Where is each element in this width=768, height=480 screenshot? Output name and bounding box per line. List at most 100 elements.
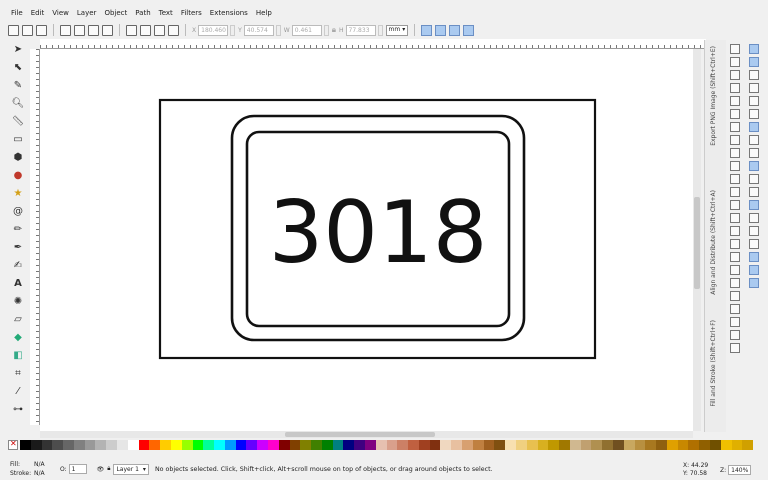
- palette-swatch[interactable]: [257, 440, 268, 450]
- x-spinner[interactable]: [230, 24, 236, 36]
- palette-swatch[interactable]: [343, 440, 355, 450]
- palette-swatch[interactable]: [537, 440, 549, 450]
- palette-swatch[interactable]: [224, 440, 236, 450]
- palette-swatch[interactable]: [526, 440, 538, 450]
- palette-swatch[interactable]: [20, 440, 31, 450]
- ellipse-icon[interactable]: ●: [11, 168, 25, 182]
- snap-guide-icon[interactable]: [749, 278, 759, 288]
- palette-swatch[interactable]: [580, 440, 592, 450]
- snap-others-icon[interactable]: [749, 200, 759, 210]
- palette-swatch[interactable]: [710, 440, 721, 450]
- menu-file[interactable]: File: [11, 9, 23, 17]
- palette-swatch[interactable]: [365, 440, 376, 450]
- palette-swatch[interactable]: [95, 440, 107, 450]
- palette-swatch[interactable]: [731, 440, 743, 450]
- mesh-icon[interactable]: ⌗: [11, 366, 25, 380]
- bucket-icon[interactable]: ◆: [11, 330, 25, 344]
- menu-extensions[interactable]: Extensions: [210, 9, 248, 17]
- duplicate-icon[interactable]: [730, 226, 740, 236]
- palette-swatch[interactable]: [591, 440, 603, 450]
- palette-swatch[interactable]: [483, 440, 495, 450]
- horizontal-scrollbar[interactable]: [40, 431, 693, 438]
- vertical-scrollbar[interactable]: [693, 49, 701, 431]
- w-spinner[interactable]: [323, 24, 329, 36]
- zoom-selection-icon[interactable]: [730, 187, 740, 197]
- palette-swatch[interactable]: [289, 440, 301, 450]
- opacity-input[interactable]: 1: [68, 464, 87, 474]
- import-icon[interactable]: [730, 96, 740, 106]
- spray-icon[interactable]: ✺: [11, 294, 25, 308]
- gradient-icon[interactable]: ◧: [11, 348, 25, 362]
- select-all-layers-icon[interactable]: [22, 24, 33, 36]
- palette-swatch[interactable]: [73, 440, 85, 450]
- menu-text[interactable]: Text: [159, 9, 173, 17]
- lock-icon[interactable]: 🔒︎: [332, 25, 336, 35]
- palette-swatch[interactable]: [106, 440, 118, 450]
- export-png-tab[interactable]: Export PNG Image (Shift+Ctrl+E): [710, 46, 717, 146]
- palette-swatch[interactable]: [397, 440, 409, 450]
- palette-swatch[interactable]: [300, 440, 312, 450]
- measure-icon[interactable]: 📏︎: [11, 114, 25, 128]
- vertical-ruler[interactable]: [30, 49, 40, 425]
- print-icon[interactable]: [730, 83, 740, 93]
- no-color-swatch[interactable]: [8, 439, 18, 450]
- palette-swatch[interactable]: [170, 440, 182, 450]
- scale-corners-toggle[interactable]: [435, 24, 447, 36]
- snap-bbox-midpoint-icon[interactable]: [749, 96, 759, 106]
- y-input[interactable]: 40.574: [243, 24, 274, 36]
- menu-path[interactable]: Path: [135, 9, 150, 17]
- snap-intersection-icon[interactable]: [749, 148, 759, 158]
- scale-stroke-toggle[interactable]: [421, 24, 433, 36]
- group-icon[interactable]: [730, 265, 740, 275]
- snap-enable-icon[interactable]: [749, 44, 759, 54]
- palette-swatch[interactable]: [569, 440, 581, 450]
- paste-icon[interactable]: [730, 174, 740, 184]
- palette-swatch[interactable]: [677, 440, 689, 450]
- palette-swatch[interactable]: [41, 440, 53, 450]
- palette-swatch[interactable]: [321, 440, 333, 450]
- select-all-icon[interactable]: [8, 24, 19, 36]
- menu-view[interactable]: View: [52, 9, 69, 17]
- horizontal-ruler[interactable]: [40, 39, 706, 49]
- snap-grid-icon[interactable]: [749, 265, 759, 275]
- menu-help[interactable]: Help: [256, 9, 272, 17]
- preferences-icon[interactable]: [730, 343, 740, 353]
- palette-swatch[interactable]: [30, 440, 42, 450]
- palette-swatch[interactable]: [149, 440, 161, 450]
- palette-swatch[interactable]: [472, 440, 484, 450]
- lower-to-bottom-icon[interactable]: [168, 24, 179, 36]
- raise-icon[interactable]: [140, 24, 151, 36]
- raise-to-top-icon[interactable]: [126, 24, 137, 36]
- h-spinner[interactable]: [377, 24, 383, 36]
- palette-swatch[interactable]: [720, 440, 732, 450]
- snap-rotation-icon[interactable]: [749, 226, 759, 236]
- open-icon[interactable]: [730, 57, 740, 67]
- zoom-input[interactable]: 140%: [728, 465, 752, 475]
- zoom-drawing-icon[interactable]: [730, 200, 740, 210]
- snap-nodes-icon[interactable]: [749, 122, 759, 132]
- eye-icon[interactable]: 👁︎: [97, 466, 105, 473]
- palette-swatch[interactable]: [354, 440, 365, 450]
- palette-swatch[interactable]: [494, 440, 506, 450]
- fill-stroke-icon[interactable]: [730, 291, 740, 301]
- w-input[interactable]: 0.461: [291, 24, 322, 36]
- palette-swatch[interactable]: [160, 440, 171, 450]
- move-patterns-toggle[interactable]: [463, 24, 475, 36]
- unlink-clone-icon[interactable]: [730, 252, 740, 262]
- menu-edit[interactable]: Edit: [31, 9, 45, 17]
- flip-vertical-icon[interactable]: [102, 24, 113, 36]
- palette-swatch[interactable]: [602, 440, 613, 450]
- plate-text[interactable]: 3018: [269, 183, 488, 283]
- vertical-scroll-thumb[interactable]: [694, 197, 700, 289]
- palette-swatch[interactable]: [515, 440, 527, 450]
- snap-path-icon[interactable]: [749, 135, 759, 145]
- rotate-ccw-icon[interactable]: [60, 24, 71, 36]
- selector-icon[interactable]: ➤: [11, 42, 25, 56]
- palette-swatch[interactable]: [699, 440, 710, 450]
- palette-swatch[interactable]: [375, 440, 387, 450]
- horizontal-scroll-thumb[interactable]: [285, 432, 435, 437]
- save-icon[interactable]: [730, 70, 740, 80]
- palette-swatch[interactable]: [462, 440, 473, 450]
- snap-cusp-icon[interactable]: [749, 161, 759, 171]
- palette-swatch[interactable]: [645, 440, 657, 450]
